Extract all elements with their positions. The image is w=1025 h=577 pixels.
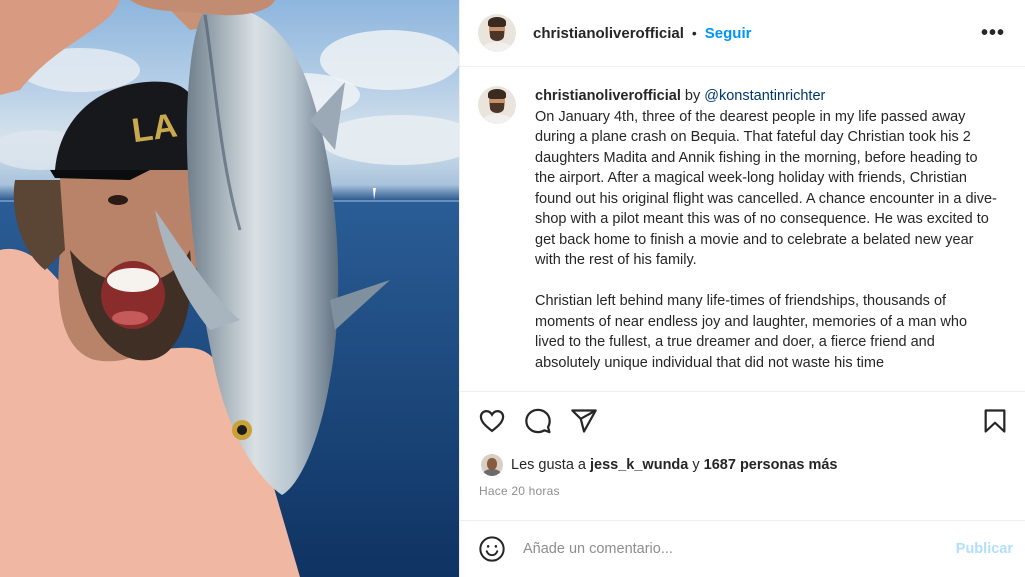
likes-others-count[interactable]: 1687 personas más [704, 457, 838, 473]
caption-paragraph-2: Christian left behind many life-times of… [535, 293, 968, 371]
post-timestamp[interactable]: Hace 20 horas [460, 480, 1025, 520]
separator-dot: • [691, 25, 697, 41]
instagram-post: LA christianoliverofficial • Seguir ••• … [0, 0, 1025, 577]
action-bar [460, 392, 1025, 450]
caption-paragraph-1: On January 4th, three of the dearest peo… [535, 108, 997, 269]
likes-connector: y [692, 457, 700, 473]
caption-mention-link[interactable]: @konstantinrichter [704, 88, 825, 104]
photo-illustration: LA [0, 0, 459, 577]
author-avatar[interactable] [478, 14, 516, 52]
liker-avatar[interactable] [481, 454, 503, 476]
cap-logo: LA [129, 106, 179, 150]
likes-summary[interactable]: Les gusta a jess_k_wunda y 1687 personas… [460, 450, 1025, 480]
comment-icon[interactable] [524, 407, 552, 435]
heart-icon[interactable] [478, 407, 506, 435]
bookmark-icon[interactable] [981, 407, 1009, 435]
add-comment-bar: Publicar [460, 520, 1025, 577]
caption-username[interactable]: christianoliverofficial [535, 88, 681, 104]
post-details-panel: christianoliverofficial • Seguir ••• chr… [459, 0, 1025, 577]
share-icon[interactable] [570, 407, 598, 435]
caption-by: by [684, 88, 701, 104]
follow-button[interactable]: Seguir [705, 25, 752, 42]
caption: christianoliverofficial by @konstantinri… [535, 86, 997, 391]
post-photo[interactable]: LA [0, 0, 459, 577]
caption-area[interactable]: christianoliverofficial by @konstantinri… [460, 67, 1025, 392]
caption-author-avatar[interactable] [478, 86, 516, 124]
publish-comment-button[interactable]: Publicar [956, 541, 1013, 557]
smiley-icon[interactable] [478, 535, 506, 563]
likes-prefix: Les gusta a [511, 457, 586, 473]
post-header: christianoliverofficial • Seguir ••• [460, 0, 1025, 67]
comment-input[interactable] [523, 541, 956, 557]
more-options-icon[interactable]: ••• [981, 22, 1005, 45]
author-username[interactable]: christianoliverofficial [533, 25, 684, 42]
liker-username[interactable]: jess_k_wunda [590, 457, 688, 473]
caption-first-paragraph: christianoliverofficial by @konstantinri… [535, 86, 997, 271]
